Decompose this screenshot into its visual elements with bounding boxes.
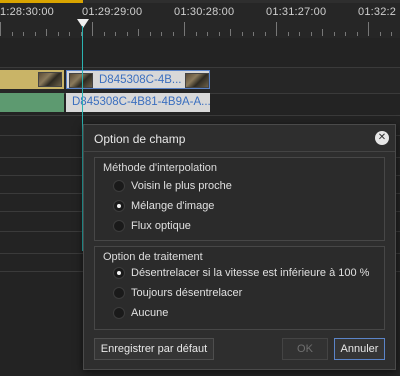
close-icon[interactable]: ✕	[375, 131, 389, 145]
ruler-tick	[34, 32, 36, 36]
radio-frame-blending[interactable]: Mélange d'image	[113, 198, 214, 214]
ruler-tick	[241, 32, 243, 36]
work-area-highlight	[0, 0, 83, 3]
interpolation-group: Méthode d'interpolation Voisin le plus p…	[94, 157, 385, 241]
ruler-tick	[345, 32, 346, 36]
processing-group: Option de traitement Désentrelacer si la…	[94, 246, 385, 330]
ruler-tick	[264, 32, 266, 36]
timecode-label: 01:32:2	[358, 6, 397, 18]
radio-button[interactable]	[113, 267, 125, 279]
ruler-tick	[253, 32, 254, 36]
ruler-tick	[299, 32, 300, 36]
ruler-tick	[333, 32, 335, 36]
radio-optical-flow[interactable]: Flux optique	[113, 218, 191, 234]
ruler-tick	[379, 32, 381, 36]
ruler-tick	[103, 32, 105, 36]
timeline-ruler[interactable]: 1:28:30:00 01:29:29:00 01:30:28:00 01:31…	[0, 0, 400, 38]
ruler-tick	[276, 22, 277, 36]
radio-deinterlace-below-100[interactable]: Désentrelacer si la vitesse est inférieu…	[113, 265, 369, 281]
ruler-tick	[69, 32, 70, 36]
ruler-tick	[287, 32, 289, 36]
timecode-label: 01:31:27:00	[266, 6, 327, 18]
ruler-tick	[161, 32, 162, 36]
clip-label: D845308C-4B...	[99, 74, 182, 86]
ruler-tick	[126, 32, 128, 36]
ruler-tick	[230, 29, 231, 36]
ruler-ticks	[0, 22, 400, 36]
dialog-title: Option de champ	[94, 132, 186, 146]
playhead-marker[interactable]	[77, 19, 89, 28]
cancel-button[interactable]: Annuler	[334, 338, 385, 360]
ruler-tick	[115, 32, 116, 36]
ruler-tick	[218, 32, 220, 36]
radio-none[interactable]: Aucune	[113, 305, 168, 321]
ruler-tick	[322, 29, 323, 36]
radio-button[interactable]	[113, 200, 125, 212]
radio-label: Flux optique	[131, 220, 191, 232]
ruler-tick	[356, 32, 358, 36]
video-clip[interactable]	[0, 70, 64, 89]
ruler-tick	[23, 32, 24, 36]
ruler-tick	[138, 29, 139, 36]
ruler-tick	[368, 22, 369, 36]
radio-label: Désentrelacer si la vitesse est inférieu…	[131, 267, 370, 279]
ok-button[interactable]: OK	[282, 338, 328, 360]
clip-label: D845308C-4B81-4B9A-A...	[72, 96, 210, 108]
radio-label: Voisin le plus proche	[131, 180, 232, 192]
divider	[84, 151, 395, 152]
clip-thumbnail	[185, 73, 209, 88]
audio-clip[interactable]	[0, 93, 64, 112]
timecode-label: 01:30:28:00	[174, 6, 235, 18]
ruler-tick	[57, 32, 59, 36]
radio-button[interactable]	[113, 307, 125, 319]
ruler-tick	[172, 32, 174, 36]
radio-button[interactable]	[113, 220, 125, 232]
ruler-tick	[184, 22, 185, 36]
video-clip-selected[interactable]: D845308C-4B...	[66, 70, 210, 89]
ruler-tick	[195, 32, 197, 36]
ruler-tick	[149, 32, 151, 36]
ruler-tick	[0, 22, 1, 36]
radio-always-deinterlace[interactable]: Toujours désentrelacer	[113, 285, 242, 301]
ruler-tick	[391, 32, 392, 36]
timecode-label: 01:29:29:00	[82, 6, 143, 18]
radio-label: Aucune	[131, 307, 169, 319]
field-option-dialog: Option de champ ✕ Méthode d'interpolatio…	[83, 124, 396, 370]
save-default-button[interactable]: Enregistrer par défaut	[94, 338, 214, 360]
ruler-tick	[92, 22, 93, 36]
track-row	[0, 38, 400, 68]
group-title: Méthode d'interpolation	[103, 162, 218, 174]
ruler-tick	[207, 32, 208, 36]
radio-nearest-neighbor[interactable]: Voisin le plus proche	[113, 178, 232, 194]
timecode-label: 1:28:30:00	[0, 6, 54, 18]
radio-label: Mélange d'image	[131, 200, 215, 212]
clip-thumbnail	[38, 72, 62, 87]
ruler-tick	[46, 29, 47, 36]
radio-label: Toujours désentrelacer	[131, 287, 243, 299]
audio-clip-selected[interactable]: D845308C-4B81-4B9A-A...	[66, 93, 210, 112]
ruler-tick	[11, 32, 13, 36]
radio-button[interactable]	[113, 180, 125, 192]
radio-button[interactable]	[113, 287, 125, 299]
group-title: Option de traitement	[103, 251, 203, 263]
clip-thumbnail	[69, 73, 93, 88]
ruler-tick	[310, 32, 312, 36]
